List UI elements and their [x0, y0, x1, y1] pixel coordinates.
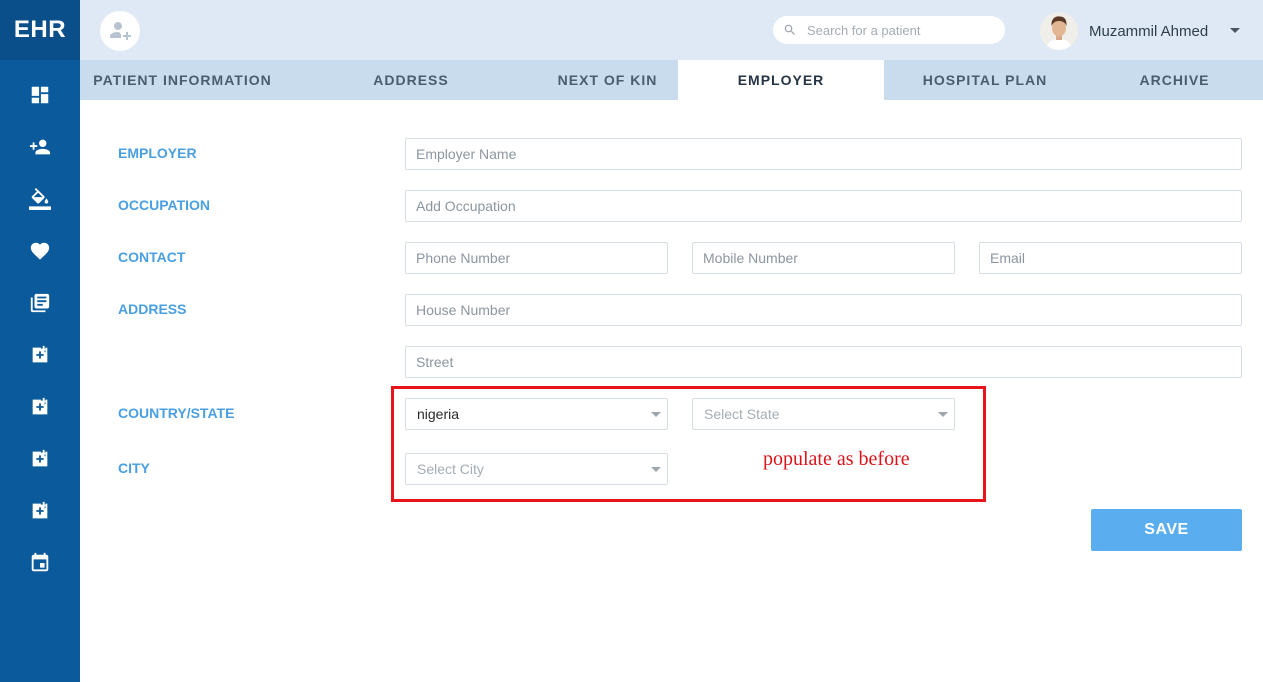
app-logo: EHR — [0, 0, 80, 60]
city-label: CITY — [118, 460, 150, 476]
tab-patient-information[interactable]: PATIENT INFORMATION — [80, 60, 285, 100]
add-user-icon[interactable] — [26, 133, 54, 161]
phone-number-input[interactable] — [405, 242, 668, 274]
contact-label: CONTACT — [118, 249, 186, 265]
local-hospital-icon[interactable] — [26, 445, 54, 473]
top-bar: Muzammil Ahmed — [80, 0, 1263, 60]
annotation-box — [391, 386, 986, 502]
tab-employer[interactable]: EMPLOYER — [678, 60, 884, 100]
add-person-icon — [110, 22, 131, 40]
tab-hospital-plan[interactable]: HOSPITAL PLAN — [884, 60, 1086, 100]
chevron-down-icon[interactable] — [1230, 28, 1240, 33]
dashboard-icon[interactable] — [26, 81, 54, 109]
sidebar: EHR — [0, 0, 80, 682]
search-icon — [784, 24, 795, 35]
mobile-number-input[interactable] — [692, 242, 955, 274]
heart-icon[interactable] — [26, 237, 54, 265]
user-name: Muzammil Ahmed — [1089, 22, 1209, 40]
paint-bucket-icon[interactable] — [26, 185, 54, 213]
street-input[interactable] — [405, 346, 1242, 378]
library-books-icon[interactable] — [26, 289, 54, 317]
calendar-icon[interactable] — [26, 549, 54, 577]
employer-label: EMPLOYER — [118, 145, 197, 161]
employer-name-input[interactable] — [405, 138, 1242, 170]
local-hospital-icon[interactable] — [26, 393, 54, 421]
user-menu[interactable]: Muzammil Ahmed — [1040, 11, 1208, 51]
local-hospital-icon[interactable] — [26, 497, 54, 525]
tab-address[interactable]: ADDRESS — [285, 60, 537, 100]
address-label: ADDRESS — [118, 301, 187, 317]
email-input[interactable] — [979, 242, 1242, 274]
patient-search[interactable] — [773, 16, 1005, 44]
country-state-label: COUNTRY/STATE — [118, 405, 235, 421]
tab-next-of-kin[interactable]: NEXT OF KIN — [537, 60, 678, 100]
search-input[interactable] — [807, 22, 997, 38]
add-patient-button[interactable] — [100, 11, 140, 51]
house-number-input[interactable] — [405, 294, 1242, 326]
occupation-label: OCCUPATION — [118, 197, 211, 213]
tab-bar: PATIENT INFORMATION ADDRESS NEXT OF KIN … — [80, 60, 1263, 100]
tab-archive[interactable]: ARCHIVE — [1086, 60, 1263, 100]
local-hospital-icon[interactable] — [26, 341, 54, 369]
avatar — [1040, 12, 1078, 50]
annotation-text: populate as before — [763, 448, 910, 470]
save-button[interactable]: SAVE — [1091, 509, 1242, 551]
occupation-input[interactable] — [405, 190, 1242, 222]
